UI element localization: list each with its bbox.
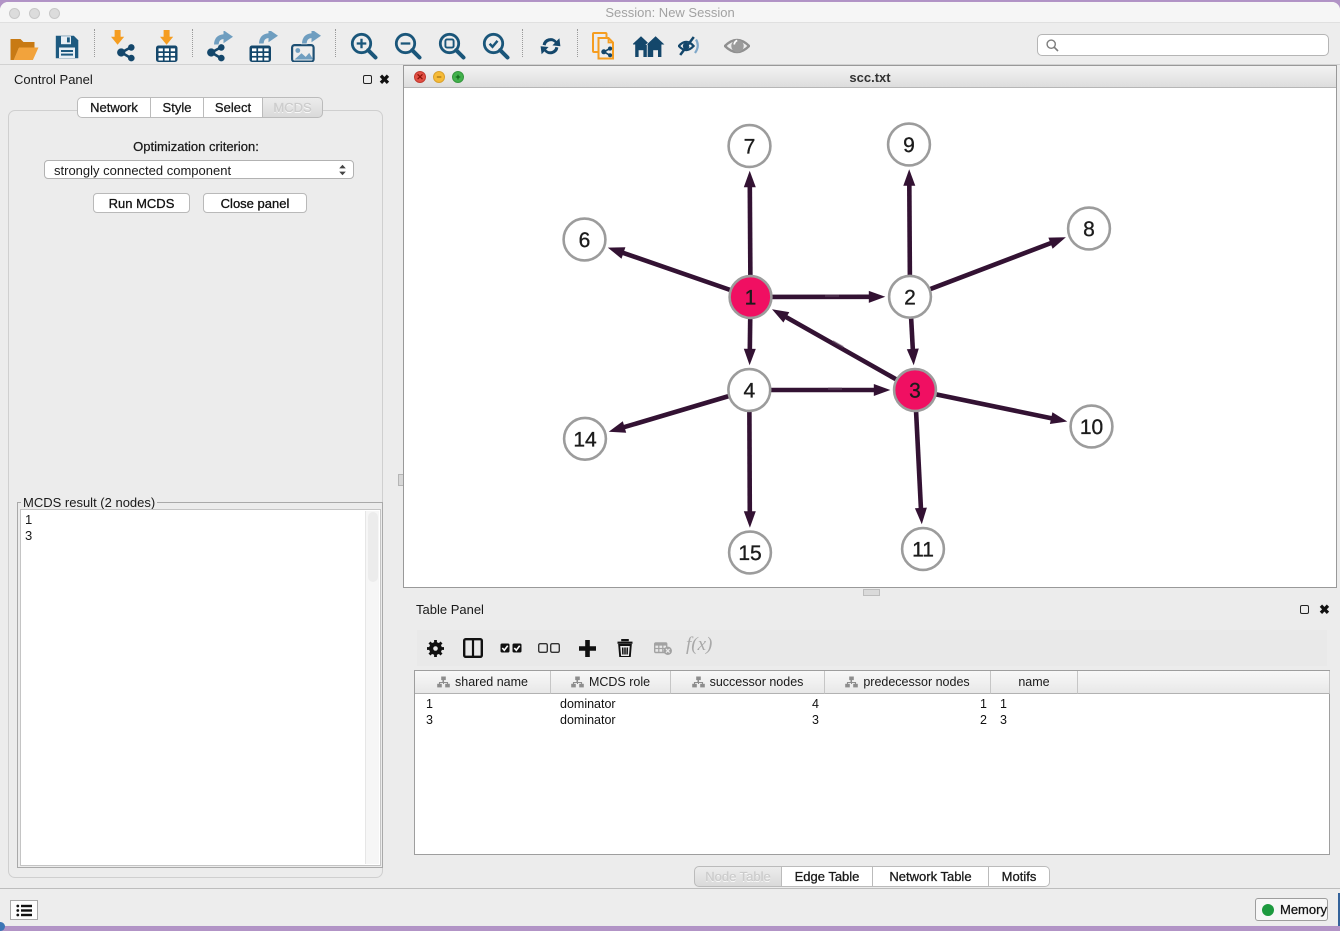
svg-text:3: 3	[909, 380, 921, 403]
svg-text:11: 11	[912, 539, 934, 562]
svg-text:14: 14	[573, 428, 597, 451]
svg-text:2: 2	[904, 286, 916, 309]
svg-text:9: 9	[903, 134, 915, 157]
svg-text:1: 1	[745, 287, 757, 310]
svg-text:8: 8	[1083, 218, 1095, 241]
svg-text:15: 15	[738, 542, 761, 565]
svg-text:6: 6	[579, 229, 591, 252]
svg-text:4: 4	[743, 380, 755, 403]
svg-text:7: 7	[744, 136, 756, 159]
svg-text:10: 10	[1080, 416, 1103, 439]
